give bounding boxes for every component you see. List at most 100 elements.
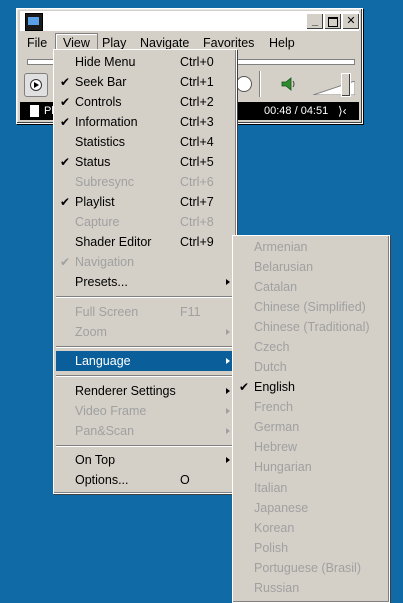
menu-item-options[interactable]: Options... O: [56, 470, 234, 490]
language-item-chinese-traditional[interactable]: Chinese (Traditional): [235, 317, 389, 337]
language-item-french[interactable]: French: [235, 397, 389, 417]
menu-item-on-top[interactable]: On Top: [56, 450, 234, 470]
menu-item-label: Chinese (Traditional): [254, 320, 370, 334]
shortcut-label: Ctrl+2: [180, 95, 214, 109]
volume-slider-thumb[interactable]: [341, 73, 351, 97]
menu-item-label: Hebrew: [254, 440, 298, 454]
menu-item-controls[interactable]: ✔ Controls Ctrl+2: [56, 92, 234, 112]
menu-item-information[interactable]: ✔ Information Ctrl+3: [56, 112, 234, 132]
menu-item-label: Status: [75, 155, 111, 169]
language-item-chinese-simplified[interactable]: Chinese (Simplified): [235, 297, 389, 317]
language-item-czech[interactable]: Czech: [235, 337, 389, 357]
menu-item-label: Zoom: [75, 325, 107, 339]
audio-icon: ⟩‹: [338, 104, 347, 118]
menu-item-label: Portuguese (Brasil): [254, 561, 361, 575]
menu-item-label: Belarusian: [254, 260, 314, 274]
menu-item-label: French: [254, 400, 293, 414]
shortcut-label: Ctrl+8: [180, 215, 214, 229]
shortcut-label: Ctrl+1: [180, 75, 214, 89]
menu-item-label: German: [254, 420, 300, 434]
submenu-arrow-icon: [226, 358, 230, 364]
menu-item-label: Playlist: [75, 195, 115, 209]
shortcut-label: O: [180, 473, 190, 487]
shortcut-label: Ctrl+3: [180, 115, 214, 129]
app-icon[interactable]: [25, 13, 43, 31]
minimize-button[interactable]: _: [306, 13, 324, 30]
checkmark-icon: ✔: [60, 195, 71, 209]
title-bar[interactable]: _ ✕: [20, 11, 360, 31]
menu-item-full-screen[interactable]: Full Screen F11: [56, 302, 234, 322]
view-menu: Hide Menu Ctrl+0 ✔ Seek Bar Ctrl+1 ✔ Control…: [53, 49, 237, 494]
submenu-arrow-icon: [226, 408, 230, 414]
menu-help[interactable]: Help: [262, 33, 302, 53]
menu-item-shader-editor[interactable]: Shader Editor Ctrl+9: [56, 232, 234, 252]
language-item-german[interactable]: German: [235, 417, 389, 437]
language-submenu: Armenian Belarusian Catalan Chinese (Sim…: [232, 235, 390, 603]
menu-item-label: Chinese (Simplified): [254, 300, 366, 314]
menu-file[interactable]: File: [20, 33, 54, 53]
menu-item-hide-menu[interactable]: Hide Menu Ctrl+0: [56, 52, 234, 72]
menu-item-navigation[interactable]: ✔ Navigation: [56, 252, 234, 272]
menu-item-language[interactable]: Language: [56, 351, 234, 371]
menu-item-renderer-settings[interactable]: Renderer Settings: [56, 381, 234, 401]
language-item-english[interactable]: ✔ English: [235, 377, 389, 397]
language-item-italian[interactable]: Italian: [235, 478, 389, 498]
menu-item-label: Hide Menu: [75, 55, 136, 69]
language-item-hungarian[interactable]: Hungarian: [235, 457, 389, 477]
language-item-dutch[interactable]: Dutch: [235, 357, 389, 377]
shortcut-label: F11: [180, 305, 201, 319]
shortcut-label: Ctrl+0: [180, 55, 214, 69]
checkmark-icon: ✔: [60, 115, 71, 129]
time-display: 00:48 / 04:51: [264, 105, 329, 117]
menu-item-label: Czech: [254, 340, 290, 354]
menu-item-zoom[interactable]: Zoom: [56, 322, 234, 342]
menu-item-label: Language: [75, 354, 131, 368]
menu-item-label: Polish: [254, 541, 289, 555]
menu-item-label: English: [254, 380, 295, 394]
shortcut-label: Ctrl+4: [180, 135, 214, 149]
submenu-arrow-icon: [226, 388, 230, 394]
maximize-button[interactable]: [324, 13, 342, 30]
language-item-portuguese-brasil[interactable]: Portuguese (Brasil): [235, 558, 389, 578]
menu-item-seek-bar[interactable]: ✔ Seek Bar Ctrl+1: [56, 72, 234, 92]
shortcut-label: Ctrl+9: [180, 235, 214, 249]
menu-item-status[interactable]: ✔ Status Ctrl+5: [56, 152, 234, 172]
language-item-japanese[interactable]: Japanese: [235, 498, 389, 518]
volume-icon[interactable]: [281, 77, 297, 91]
language-item-russian[interactable]: Russian: [235, 578, 389, 598]
submenu-arrow-icon: [226, 329, 230, 335]
menu-item-playlist[interactable]: ✔ Playlist Ctrl+7: [56, 192, 234, 212]
menu-item-label: Navigation: [75, 255, 135, 269]
shortcut-label: Ctrl+6: [180, 175, 214, 189]
menu-item-capture[interactable]: Capture Ctrl+8: [56, 212, 234, 232]
menu-item-label: Presets...: [75, 275, 128, 289]
language-item-armenian[interactable]: Armenian: [235, 237, 389, 257]
menu-item-presets[interactable]: Presets...: [56, 272, 234, 292]
close-button[interactable]: ✕: [342, 13, 360, 30]
menu-item-label: Video Frame: [75, 404, 147, 418]
menu-item-label: Subresync: [75, 175, 135, 189]
file-icon: [30, 105, 39, 117]
language-item-polish[interactable]: Polish: [235, 538, 389, 558]
menu-item-label: Options...: [75, 473, 129, 487]
language-item-hebrew[interactable]: Hebrew: [235, 437, 389, 457]
menu-item-label: Renderer Settings: [75, 384, 176, 398]
menu-separator: [56, 445, 234, 447]
menu-item-pan-scan[interactable]: Pan&Scan: [56, 421, 234, 441]
menu-item-video-frame[interactable]: Video Frame: [56, 401, 234, 421]
menu-separator: [56, 346, 234, 348]
language-item-korean[interactable]: Korean: [235, 518, 389, 538]
menu-item-statistics[interactable]: Statistics Ctrl+4: [56, 132, 234, 152]
submenu-arrow-icon: [226, 457, 230, 463]
menu-item-label: Hungarian: [254, 460, 312, 474]
checkmark-icon: ✔: [60, 75, 71, 89]
menu-item-label: Catalan: [254, 280, 298, 294]
play-button[interactable]: [24, 73, 48, 97]
language-item-belarusian[interactable]: Belarusian: [235, 257, 389, 277]
next-button[interactable]: [236, 76, 252, 92]
shortcut-label: Ctrl+7: [180, 195, 214, 209]
menu-item-label: Seek Bar: [75, 75, 127, 89]
menu-item-subresync[interactable]: Subresync Ctrl+6: [56, 172, 234, 192]
menu-item-label: Japanese: [254, 501, 309, 515]
language-item-catalan[interactable]: Catalan: [235, 277, 389, 297]
